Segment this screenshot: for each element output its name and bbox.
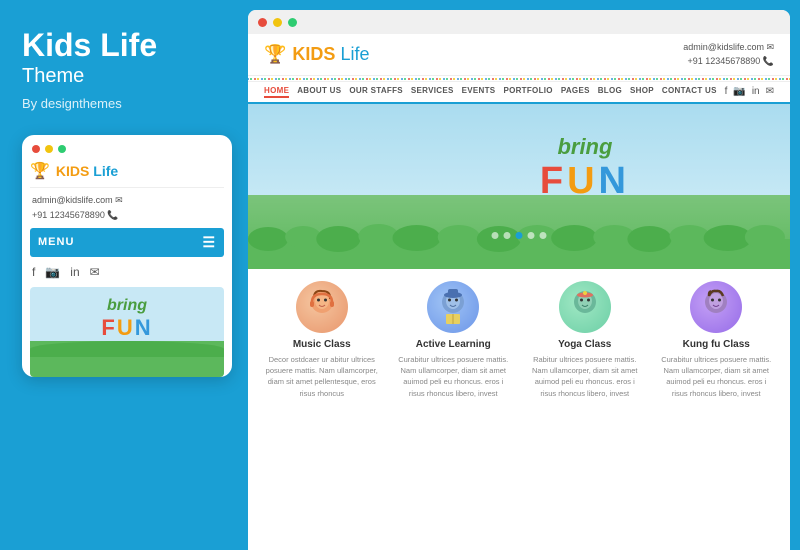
nav-item-home[interactable]: HOME <box>264 86 289 98</box>
mobile-contact-info: admin@kidslife.com ✉ +91 12345678890 📞 <box>30 193 224 222</box>
nav-item-contact[interactable]: CONTACT US <box>662 86 717 98</box>
linkedin-icon[interactable]: in <box>70 265 79 279</box>
hero-dot-5[interactable] <box>540 232 547 239</box>
email-icon[interactable]: ✉ <box>90 265 100 279</box>
nav-linkedin-icon[interactable]: in <box>752 86 760 97</box>
mobile-hero-text: bring FUN <box>101 297 152 341</box>
mobile-phone: +91 12345678890 📞 <box>32 208 119 222</box>
left-panel: Kids Life Theme By designthemes 🏆 KIDS L… <box>0 0 248 550</box>
hero-fun-text: FUN <box>540 160 630 203</box>
nav-items: HOME ABOUT US OUR STAFFS SERVICES EVENTS… <box>264 86 717 98</box>
nav-facebook-icon[interactable]: f <box>725 86 728 97</box>
class-name-music: Music Class <box>264 339 380 350</box>
mobile-fun-text: FUN <box>101 315 152 341</box>
class-card-yoga: Yoga Class Rabitur ultrices posuere matt… <box>527 281 643 399</box>
class-name-yoga: Yoga Class <box>527 339 643 350</box>
polka-divider <box>248 76 790 82</box>
nav-item-events[interactable]: EVENTS <box>462 86 496 98</box>
theme-title: Kids Life <box>22 28 226 63</box>
hero-dot-1[interactable] <box>492 232 499 239</box>
site-header: 🏆 KIDS Life admin@kidslife.com ✉ +91 123… <box>248 34 790 76</box>
mobile-nav-bar[interactable]: MENU ☰ <box>30 228 224 257</box>
hamburger-icon[interactable]: ☰ <box>202 234 216 251</box>
hero-text-block: bring FUN <box>540 134 630 203</box>
hero-grass <box>248 219 790 269</box>
theme-subtitle: Theme <box>22 65 226 88</box>
site-nav: HOME ABOUT US OUR STAFFS SERVICES EVENTS… <box>248 82 790 104</box>
mobile-hero: bring FUN <box>30 287 224 377</box>
site-email: admin@kidslife.com ✉ <box>683 40 774 54</box>
dt-dot-green <box>288 18 297 27</box>
mobile-site-header: 🏆 KIDS Life <box>30 161 224 188</box>
mobile-titlebar-dots <box>30 145 224 153</box>
site-hero: bring FUN <box>248 104 790 269</box>
mobile-dot-red <box>32 145 40 153</box>
hero-dot-3[interactable] <box>516 232 523 239</box>
dt-dot-yellow <box>273 18 282 27</box>
class-desc-music: Decor ostdcaer ur abitur ultrices posuer… <box>264 354 380 399</box>
class-desc-kungfu: Curabitur ultrices posuere mattis. Nam u… <box>659 354 775 399</box>
site-trophy-icon: 🏆 <box>264 44 286 65</box>
instagram-icon[interactable]: 📷 <box>45 265 60 279</box>
site-contact-info: admin@kidslife.com ✉ +91 12345678890 📞 <box>683 40 774 69</box>
class-card-learning: Active Learning Curabitur ultrices posue… <box>396 281 512 399</box>
mobile-preview: 🏆 KIDS Life admin@kidslife.com ✉ +91 123… <box>22 135 232 377</box>
right-panel: 🏆 KIDS Life admin@kidslife.com ✉ +91 123… <box>248 10 790 550</box>
nav-social-icons: f 📷 in ✉ <box>725 86 774 97</box>
nav-item-portfolio[interactable]: PORTFOLIO <box>503 86 552 98</box>
class-desc-yoga: Rabitur ultrices posuere mattis. Nam ull… <box>527 354 643 399</box>
class-avatar-kungfu <box>690 281 742 333</box>
mobile-logo: KIDS Life <box>56 163 118 179</box>
nav-email-icon[interactable]: ✉ <box>766 86 774 97</box>
mobile-social-icons: f 📷 in ✉ <box>30 265 224 279</box>
mobile-trophy-icon: 🏆 <box>30 161 50 181</box>
class-avatar-music <box>296 281 348 333</box>
hero-bring-text: bring <box>540 134 630 160</box>
dt-dot-red <box>258 18 267 27</box>
nav-item-shop[interactable]: SHOP <box>630 86 654 98</box>
nav-instagram-icon[interactable]: 📷 <box>733 86 745 97</box>
mobile-grass <box>30 349 224 377</box>
nav-item-pages[interactable]: PAGES <box>561 86 590 98</box>
class-card-kungfu: Kung fu Class Curabitur ultrices posuere… <box>659 281 775 399</box>
hero-dot-2[interactable] <box>504 232 511 239</box>
mobile-dot-green <box>58 145 66 153</box>
class-name-learning: Active Learning <box>396 339 512 350</box>
nav-item-services[interactable]: SERVICES <box>411 86 454 98</box>
class-desc-learning: Curabitur ultrices posuere mattis. Nam u… <box>396 354 512 399</box>
hero-slider-dots <box>492 232 547 239</box>
hero-dot-4[interactable] <box>528 232 535 239</box>
nav-item-about[interactable]: ABOUT US <box>297 86 341 98</box>
class-avatar-yoga <box>559 281 611 333</box>
desktop-site: 🏆 KIDS Life admin@kidslife.com ✉ +91 123… <box>248 34 790 550</box>
class-avatar-learning <box>427 281 479 333</box>
facebook-icon[interactable]: f <box>32 265 35 279</box>
site-logo-text: KIDS Life <box>292 44 369 65</box>
class-card-music: Music Class Decor ostdcaer ur abitur ult… <box>264 281 380 399</box>
theme-author: By designthemes <box>22 96 226 111</box>
mobile-email: admin@kidslife.com ✉ <box>32 193 123 207</box>
classes-section: Music Class Decor ostdcaer ur abitur ult… <box>248 269 790 399</box>
site-logo: 🏆 KIDS Life <box>264 44 369 65</box>
mobile-grass-top <box>30 341 224 357</box>
nav-item-blog[interactable]: BLOG <box>598 86 622 98</box>
mobile-dot-yellow <box>45 145 53 153</box>
site-phone: +91 12345678890 📞 <box>683 54 774 68</box>
mobile-bring-text: bring <box>101 297 152 315</box>
mobile-nav-label: MENU <box>38 236 74 248</box>
class-name-kungfu: Kung fu Class <box>659 339 775 350</box>
nav-item-staffs[interactable]: OUR STAFFS <box>349 86 403 98</box>
desktop-titlebar <box>248 10 790 34</box>
